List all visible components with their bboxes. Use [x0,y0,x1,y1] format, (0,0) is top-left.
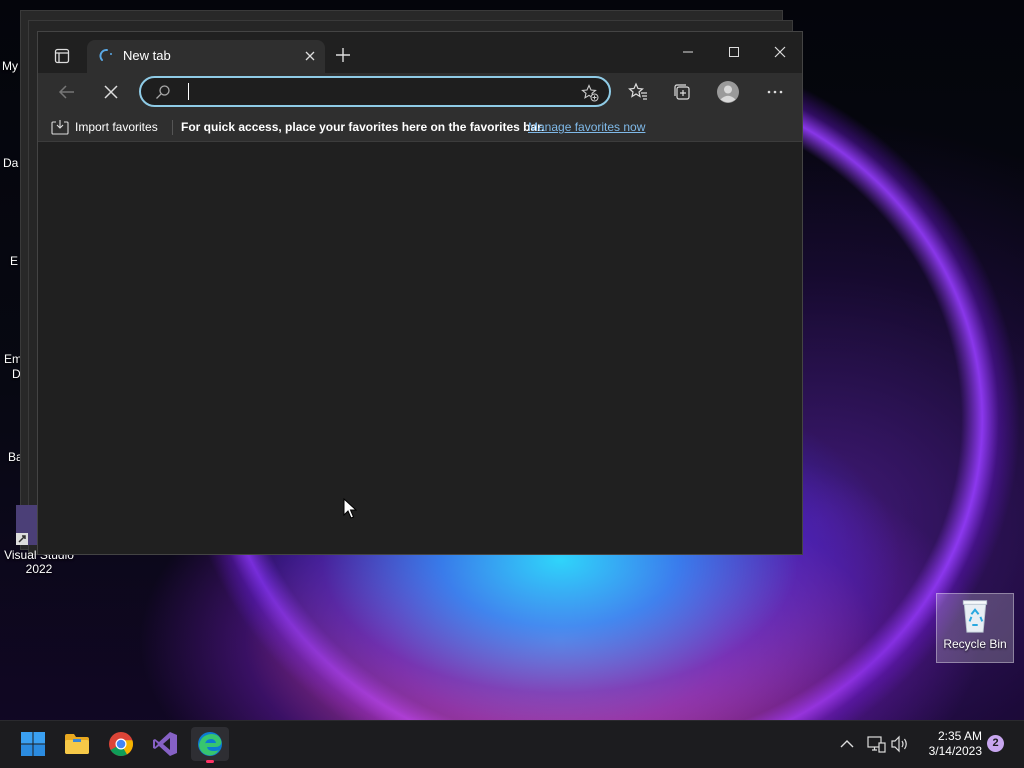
favorites-icon [628,82,647,100]
clock-time: 2:35 AM [937,729,982,743]
taskbar-chrome[interactable] [104,727,138,761]
network-icon[interactable] [866,734,886,754]
running-indicator [206,760,214,763]
close-icon [774,46,786,58]
file-explorer-icon [65,734,89,754]
tab-title: New tab [123,48,171,63]
favorites-button[interactable] [627,81,649,103]
address-bar[interactable] [139,76,611,107]
favorites-bar: Import favorites For quick access, place… [38,113,802,142]
add-favorite-icon[interactable] [581,84,599,102]
text-cursor [188,83,189,100]
desktop-icon-label-partial: E [10,254,19,268]
tab-actions-icon [54,48,70,64]
loading-spinner-icon [99,49,112,61]
search-icon [156,85,170,99]
taskbar-edge[interactable] [191,727,229,763]
volume-icon[interactable] [890,734,910,754]
minimize-button[interactable] [678,42,698,62]
manage-favorites-link[interactable]: Manage favorites now [528,120,645,134]
collections-button[interactable] [671,81,693,103]
title-bar[interactable]: New tab [38,32,802,73]
import-favorites-button[interactable]: Import favorites [51,118,158,136]
browser-window[interactable]: New tab Import favorites For quick acces… [37,31,803,555]
desktop-icon-label-partial: Da [3,156,19,170]
windows-start-icon [21,732,45,756]
collections-icon [674,84,690,100]
navigation-toolbar [38,73,802,113]
clock-date: 3/14/2023 [928,744,982,758]
tab-new-tab[interactable]: New tab [87,40,325,73]
taskbar-visual-studio[interactable] [148,727,182,761]
visual-studio-icon [153,732,177,756]
maximize-icon [729,47,739,57]
close-window-button[interactable] [770,42,790,62]
divider [172,120,173,135]
import-icon [51,120,69,135]
desktop-icon-recycle-bin[interactable]: Recycle Bin [936,593,1014,663]
taskbar-file-explorer[interactable] [60,727,94,761]
chrome-icon [109,732,133,757]
more-options-icon [767,90,783,94]
system-clock[interactable]: 2:35 AM 3/14/2023 [912,729,982,759]
page-content[interactable] [38,143,802,554]
settings-and-more-button[interactable] [764,81,786,103]
close-tab-icon[interactable] [303,49,317,63]
start-button[interactable] [16,727,50,761]
new-tab-button[interactable] [334,46,352,64]
avatar-icon [717,81,739,103]
mouse-cursor-icon [343,498,357,519]
desktop-icon-label: Recycle Bin [943,637,1007,651]
favorites-bar-hint: For quick access, place your favorites h… [181,120,545,134]
recycle-bin-icon [962,600,988,633]
show-hidden-icons-chevron-up-icon[interactable] [838,735,856,753]
profile-button[interactable] [716,80,740,104]
stop-loading-button[interactable] [101,82,121,102]
tab-actions-menu-button[interactable] [48,44,76,68]
desktop-icon-label-partial: My [2,59,18,73]
back-button[interactable] [56,81,78,103]
edge-icon [198,732,222,756]
maximize-button[interactable] [724,42,744,62]
minimize-icon [683,51,693,53]
import-favorites-label: Import favorites [75,120,158,134]
notification-badge[interactable]: 2 [987,735,1004,752]
address-input[interactable] [185,82,565,101]
